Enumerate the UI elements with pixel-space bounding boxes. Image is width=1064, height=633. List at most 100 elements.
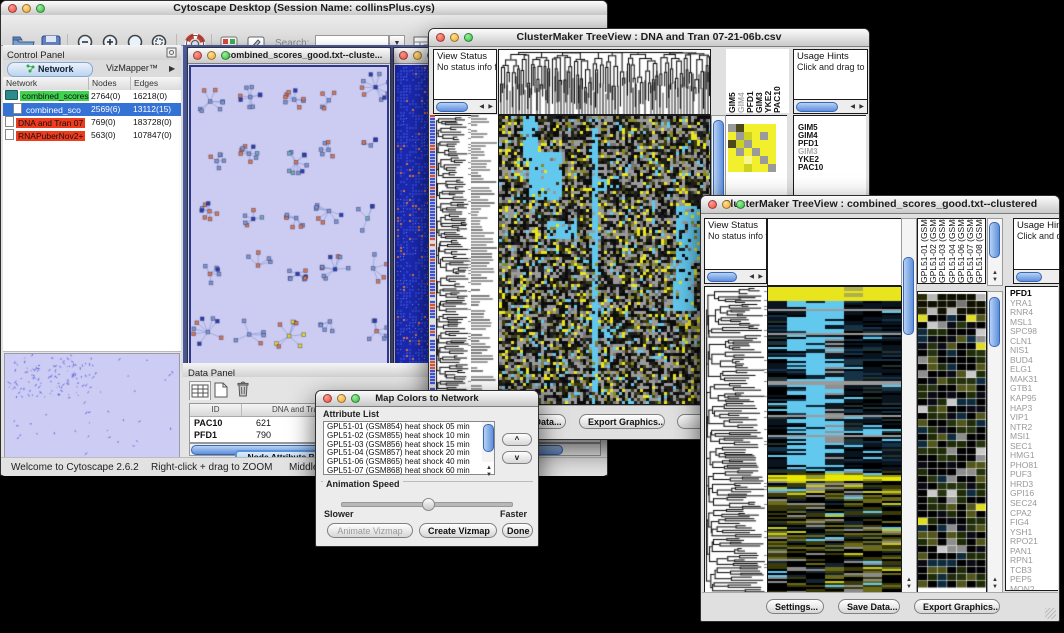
tv2-save-data-button[interactable]: Save Data... <box>838 599 900 614</box>
tv1-row-dendrogram[interactable] <box>435 115 471 404</box>
minimize-button[interactable] <box>413 51 422 60</box>
matrix-cell[interactable] <box>728 156 736 164</box>
treeview2-titlebar[interactable]: ClusterMaker TreeView : combined_scores_… <box>701 196 1059 214</box>
close-button[interactable] <box>323 394 332 403</box>
matrix-cell[interactable] <box>760 124 768 132</box>
matrix-cell[interactable] <box>760 132 768 140</box>
matrix-cell[interactable] <box>736 124 744 132</box>
scroll-down-icon[interactable]: ▼ <box>992 584 998 590</box>
close-button[interactable] <box>708 200 717 209</box>
matrix-cell[interactable] <box>744 140 752 148</box>
tv1-column-label[interactable]: GIM4 <box>737 49 746 113</box>
tv2-column-tree-panel[interactable] <box>767 218 902 286</box>
network-list-row[interactable]: combined_scores 2764(0) 16218(0) <box>3 90 181 103</box>
scroll-right-icon[interactable]: ▶ <box>758 274 763 280</box>
matrix-cell[interactable] <box>752 156 760 164</box>
tv1-yellow-matrix[interactable] <box>728 124 776 172</box>
tv1-column-label[interactable]: YKE2 <box>764 49 773 113</box>
matrix-cell[interactable] <box>752 164 760 172</box>
minimize-button[interactable] <box>207 51 216 60</box>
matrix-cell[interactable] <box>736 140 744 148</box>
tv2-column-label[interactable]: GPL51-01 (GSM854) <box>920 219 929 283</box>
tv1-column-label[interactable]: PAC10 <box>773 49 782 113</box>
col-network[interactable]: Network <box>3 77 89 90</box>
tv2-zoom-heatmap-canvas[interactable] <box>917 291 987 593</box>
attribute-listbox[interactable]: GPL51-01 (GSM854) heat shock 05 minGPL51… <box>323 421 495 475</box>
matrix-cell[interactable] <box>736 156 744 164</box>
attr-col-id[interactable]: ID <box>190 404 242 416</box>
scroll-up-icon[interactable]: ▲ <box>486 465 492 471</box>
minimize-button[interactable] <box>722 200 731 209</box>
attribute-list-vscrollbar[interactable] <box>482 422 494 462</box>
matrix-cell[interactable] <box>736 164 744 172</box>
tv2-column-labels-vscrollbar[interactable]: ▲ ▼ <box>987 218 1003 286</box>
matrix-cell[interactable] <box>744 148 752 156</box>
tv2-heatmap-vscrollbar[interactable]: ▲ ▼ <box>901 218 917 593</box>
new-document-icon[interactable] <box>211 381 231 399</box>
tv2-column-label[interactable]: GPL51-07 (GSM868) <box>966 219 975 283</box>
tv2-settings-button[interactable]: Settings... <box>766 599 824 614</box>
move-up-button[interactable]: ^ <box>502 433 532 446</box>
tv1-column-label[interactable]: GIM5 <box>728 49 737 113</box>
tv2-heatmap-canvas[interactable] <box>767 286 902 593</box>
matrix-cell[interactable] <box>760 164 768 172</box>
minimize-button[interactable] <box>450 33 459 42</box>
tv2-row-dendrogram[interactable] <box>704 286 768 593</box>
tv2-column-label[interactable]: GPL51-08 (GSM872) <box>975 219 984 283</box>
window-resize-grip[interactable] <box>1045 608 1056 619</box>
minimize-button[interactable] <box>22 4 31 13</box>
scroll-down-icon[interactable]: ▼ <box>906 584 912 590</box>
col-edges[interactable]: Edges <box>131 77 181 90</box>
tabs-more-button[interactable]: ▶ <box>169 62 175 75</box>
zoom-button[interactable] <box>36 4 45 13</box>
tv1-column-dendrogram[interactable] <box>498 49 711 115</box>
tv1-usage-hints-scrollbar[interactable]: ◀ ▶ <box>793 99 868 114</box>
matrix-cell[interactable] <box>752 140 760 148</box>
matrix-cell[interactable] <box>760 156 768 164</box>
network-list-row[interactable]: DNA and Tran 07 769(0) 183728(0) <box>3 116 181 129</box>
matrix-cell[interactable] <box>728 124 736 132</box>
network-list-row[interactable]: RNAPuberNov2+ 563(0) 107847(0) <box>3 129 181 142</box>
zoom-button[interactable] <box>221 51 230 60</box>
matrix-cell[interactable] <box>744 124 752 132</box>
zoom-button[interactable] <box>464 33 473 42</box>
matrix-cell[interactable] <box>728 140 736 148</box>
matrix-cell[interactable] <box>744 132 752 140</box>
col-nodes[interactable]: Nodes <box>89 77 131 90</box>
matrix-cell[interactable] <box>768 156 776 164</box>
scroll-left-icon[interactable]: ◀ <box>749 274 754 280</box>
done-button[interactable]: Done <box>502 523 533 538</box>
matrix-cell[interactable] <box>768 132 776 140</box>
move-down-button[interactable]: v <box>502 451 532 464</box>
matrix-cell[interactable] <box>768 124 776 132</box>
network-window-1-titlebar[interactable]: combined_scores_good.txt--cluste... <box>188 48 390 64</box>
close-button[interactable] <box>193 51 202 60</box>
matrix-cell[interactable] <box>728 164 736 172</box>
matrix-cell[interactable] <box>736 148 744 156</box>
scroll-left-icon[interactable]: ◀ <box>479 104 484 110</box>
close-button[interactable] <box>8 4 17 13</box>
matrix-cell[interactable] <box>752 124 760 132</box>
tv2-column-label[interactable]: GPL51-06 (GSM865) <box>957 219 966 283</box>
tab-network[interactable]: Network <box>7 62 93 77</box>
scroll-up-icon[interactable]: ▲ <box>992 577 998 583</box>
tv1-column-label[interactable]: GIM3 <box>755 49 764 113</box>
zoom-button[interactable] <box>351 394 360 403</box>
matrix-cell[interactable] <box>728 148 736 156</box>
map-dialog-titlebar[interactable]: Map Colors to Network <box>316 391 538 407</box>
scroll-left-icon[interactable]: ◀ <box>850 104 855 110</box>
matrix-cell[interactable] <box>760 148 768 156</box>
float-panel-icon[interactable] <box>166 47 177 58</box>
close-button[interactable] <box>399 51 408 60</box>
matrix-cell[interactable] <box>752 148 760 156</box>
close-button[interactable] <box>436 33 445 42</box>
tv1-column-label[interactable]: PFD1 <box>746 49 755 113</box>
tv1-row-leaf-stripes[interactable] <box>471 115 498 403</box>
animate-vizmap-button[interactable]: Animate Vizmap <box>327 523 413 538</box>
tv1-row-label[interactable]: PAC10 <box>798 164 866 172</box>
minimize-button[interactable] <box>337 394 346 403</box>
matrix-cell[interactable] <box>752 132 760 140</box>
main-window-titlebar[interactable]: Cytoscape Desktop (Session Name: collins… <box>1 1 607 16</box>
zoom-button[interactable] <box>736 200 745 209</box>
matrix-cell[interactable] <box>768 164 776 172</box>
